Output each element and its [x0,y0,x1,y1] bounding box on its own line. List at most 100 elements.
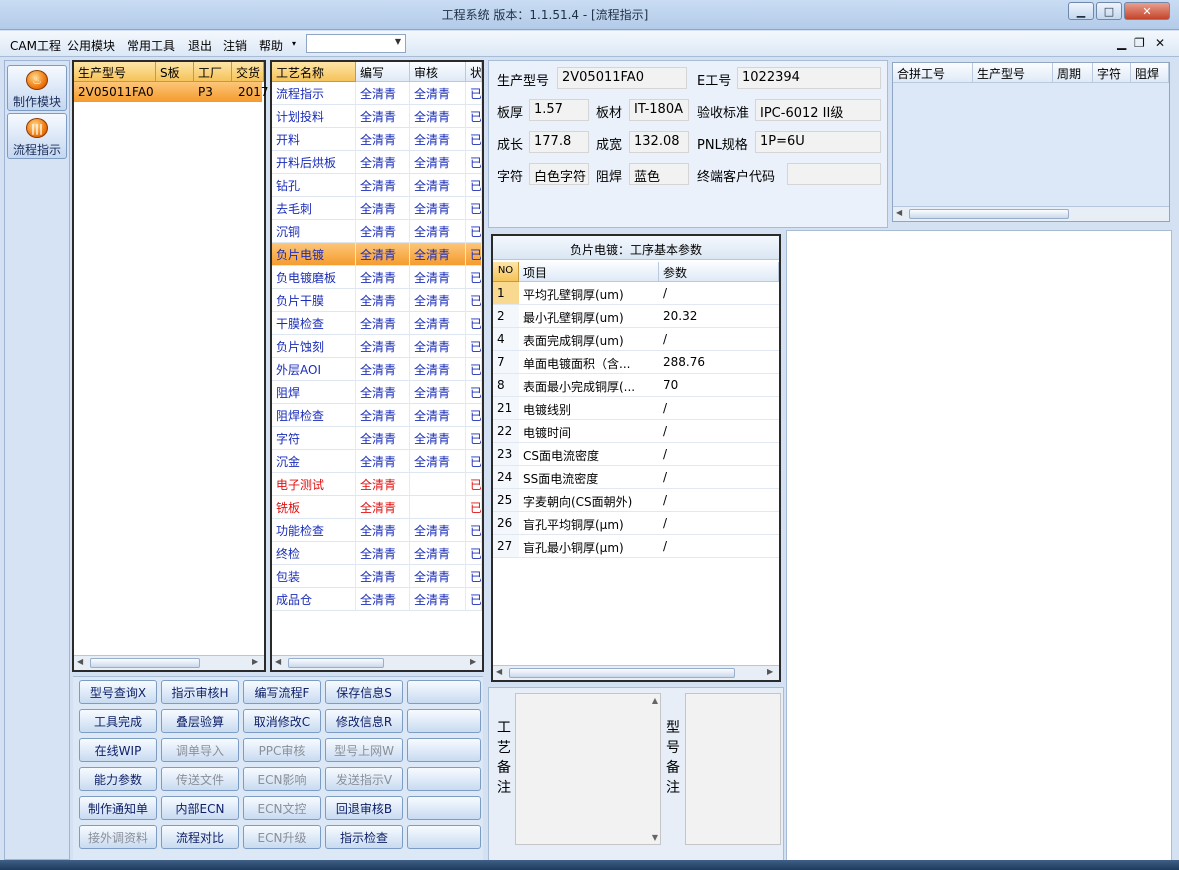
action-button-1-3[interactable]: 修改信息R [325,709,403,733]
character-field[interactable]: 白色字符 [529,163,589,185]
action-button-5-1[interactable]: 流程对比 [161,825,239,849]
table-row[interactable]: 负电镀磨板 全清青 全清青已 [272,266,482,289]
table-row[interactable]: 包装 全清青 全清青已 [272,565,482,588]
model-notes-field[interactable] [685,693,781,845]
action-button-2-4[interactable] [407,738,481,762]
write-col-header[interactable]: 编写 [356,62,410,82]
menu-logout[interactable]: 注销 [223,37,247,54]
action-button-3-0[interactable]: 能力参数 [79,767,157,791]
scroll-left-icon[interactable]: ◀ [896,208,902,217]
process-grid-scrollbar[interactable]: ◀ ▶ [272,655,482,670]
action-button-4-2[interactable]: ECN文控 [243,796,321,820]
close-button[interactable]: ✕ [1124,2,1170,20]
action-button-2-1[interactable]: 调单导入 [161,738,239,762]
action-button-4-3[interactable]: 回退审核B [325,796,403,820]
delivery-col-header[interactable]: 交货 [232,62,264,82]
table-row[interactable]: 26 盲孔平均铜厚(μm) / [493,512,779,535]
table-row[interactable]: 22 电镀时间 / [493,420,779,443]
scroll-thumb[interactable] [909,209,1069,219]
model-col-header[interactable]: 生产型号 [74,62,156,82]
mdi-minimize-button[interactable]: ▁ [1117,36,1126,50]
table-row[interactable]: 沉金 全清青 全清青已 [272,450,482,473]
action-button-3-4[interactable] [407,767,481,791]
process-col-header[interactable]: 工艺名称 [272,62,356,82]
table-row[interactable]: 23 CS面电流密度 / [493,443,779,466]
action-button-5-0[interactable]: 接外调资料 [79,825,157,849]
model-field[interactable]: 2V05011FA0 [557,67,687,89]
action-button-4-1[interactable]: 内部ECN [161,796,239,820]
table-row[interactable]: 开料后烘板 全清青 全清青已 [272,151,482,174]
scroll-left-icon[interactable]: ◀ [275,657,281,666]
combined-period-header[interactable]: 周期 [1053,63,1093,83]
menu-exit[interactable]: 退出 [188,37,212,54]
table-row[interactable]: 电子测试 全清青 已 [272,473,482,496]
action-button-2-3[interactable]: 型号上网W [325,738,403,762]
scroll-left-icon[interactable]: ◀ [77,657,83,666]
table-row[interactable]: 阻焊检查 全清青 全清青已 [272,404,482,427]
mdi-close-button[interactable]: ✕ [1155,36,1165,50]
sboard-col-header[interactable]: S板 [156,62,194,82]
table-row[interactable]: 干膜检查 全清青 全清青已 [272,312,482,335]
width-field[interactable]: 132.08 [629,131,689,153]
params-value-header[interactable]: 参数 [659,262,779,282]
table-row[interactable]: 24 SS面电流密度 / [493,466,779,489]
action-button-1-4[interactable] [407,709,481,733]
nav-process-guide[interactable]: ||| 流程指示 [7,113,67,159]
material-field[interactable]: IT-180A [629,99,689,121]
table-row[interactable]: 开料 全清青 全清青已 [272,128,482,151]
table-row[interactable]: 去毛刺 全清青 全清青已 [272,197,482,220]
table-row[interactable]: 流程指示 全清青 全清青已 [272,82,482,105]
length-field[interactable]: 177.8 [529,131,589,153]
action-button-3-3[interactable]: 发送指示V [325,767,403,791]
mdi-restore-button[interactable]: ❐ [1134,36,1145,50]
scroll-left-icon[interactable]: ◀ [496,667,502,676]
scroll-up-icon[interactable]: ▲ [652,696,658,705]
review-col-header[interactable]: 审核 [410,62,466,82]
scroll-down-icon[interactable]: ▼ [652,833,658,842]
scroll-thumb[interactable] [288,658,384,668]
action-button-0-4[interactable] [407,680,481,704]
menu-public[interactable]: 公用模块 [67,37,115,54]
factory-col-header[interactable]: 工厂 [194,62,232,82]
table-row[interactable]: 字符 全清青 全清青已 [272,427,482,450]
eno-field[interactable]: 1022394 [737,67,881,89]
action-button-4-0[interactable]: 制作通知单 [79,796,157,820]
action-button-3-1[interactable]: 传送文件 [161,767,239,791]
table-row[interactable]: 25 字麦朝向(CS面朝外) / [493,489,779,512]
menu-cam[interactable]: CAM工程 [10,37,61,54]
action-button-2-2[interactable]: PPC审核 [243,738,321,762]
scroll-thumb[interactable] [90,658,200,668]
table-row[interactable]: 计划投料 全清青 全清青已 [272,105,482,128]
scroll-right-icon[interactable]: ▶ [767,667,773,676]
minimize-button[interactable]: ▁ [1068,2,1094,20]
action-button-5-3[interactable]: 指示检查 [325,825,403,849]
table-row[interactable]: 沉铜 全清青 全清青已 [272,220,482,243]
process-notes-field[interactable]: ▲ ▼ [515,693,661,845]
table-row[interactable]: 27 盲孔最小铜厚(μm) / [493,535,779,558]
action-button-3-2[interactable]: ECN影响 [243,767,321,791]
action-button-4-4[interactable] [407,796,481,820]
combined-no-header[interactable]: 合拼工号 [893,63,973,83]
action-button-5-2[interactable]: ECN升级 [243,825,321,849]
table-row[interactable]: 外层AOI 全清青 全清青已 [272,358,482,381]
thickness-field[interactable]: 1.57 [529,99,589,121]
soldermask-field[interactable]: 蓝色 [629,163,689,185]
combined-char-header[interactable]: 字符 [1093,63,1131,83]
menu-help[interactable]: 帮助 [259,37,283,54]
maximize-button[interactable]: □ [1096,2,1122,20]
action-button-0-0[interactable]: 型号查询X [79,680,157,704]
table-row[interactable]: 2V05011FA0 P3 2017 [74,82,269,102]
menu-combo-box[interactable]: ▼ [306,34,406,53]
table-row[interactable]: 功能检查 全清青 全清青已 [272,519,482,542]
status-col-header[interactable]: 状 [466,62,482,82]
scroll-thumb[interactable] [509,668,735,678]
action-button-0-1[interactable]: 指示审核H [161,680,239,704]
table-row[interactable]: 1 平均孔壁铜厚(um) / [493,282,779,305]
action-button-0-3[interactable]: 保存信息S [325,680,403,704]
combined-scrollbar[interactable]: ◀ [893,206,1169,221]
action-button-1-2[interactable]: 取消修改C [243,709,321,733]
table-row[interactable]: 7 单面电镀面积（含... 288.76 [493,351,779,374]
scroll-right-icon[interactable]: ▶ [470,657,476,666]
standard-field[interactable]: IPC-6012 II级 [755,99,881,121]
params-scrollbar[interactable]: ◀ ▶ [493,665,779,680]
